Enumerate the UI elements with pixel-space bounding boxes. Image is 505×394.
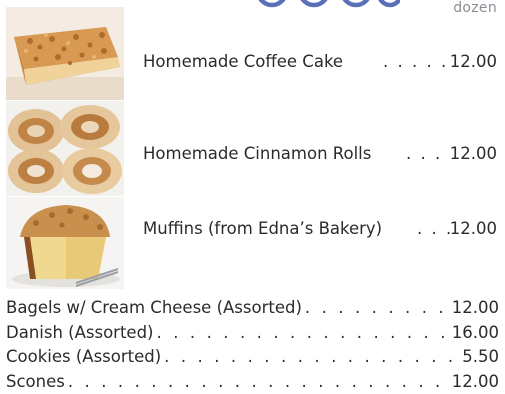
leader-dots: . . . <box>406 144 443 163</box>
item-price: 16.00 <box>451 322 499 342</box>
leader-dots: . . . . . <box>383 52 449 71</box>
item-price: 12.00 <box>449 219 497 238</box>
featured-item: Homemade Cinnamon Rolls . . . 12.00 <box>143 143 505 165</box>
section-heading-fragment <box>240 0 402 9</box>
leader-dots: . . . . . . . . . . . . . . . . . . . . … <box>156 322 452 342</box>
item-name: Danish (Assorted) <box>6 322 154 342</box>
list-item: Danish (Assorted) . . . . . . . . . . . … <box>6 321 499 346</box>
leader-dots: . . . . . . . . . . . . . . . . . . . . … <box>164 347 462 366</box>
list-item: Cookies (Assorted) . . . . . . . . . . .… <box>6 345 499 370</box>
item-name: Homemade Cinnamon Rolls <box>143 144 372 163</box>
item-price: 12.00 <box>449 144 497 163</box>
list-item: Scones . . . . . . . . . . . . . . . . .… <box>6 370 499 394</box>
leader-dots: . . . . . . . . . . . . . . . . . . . . … <box>304 298 452 317</box>
menu-item-list: Bagels w/ Cream Cheese (Assorted) . . . … <box>6 296 499 394</box>
item-name: Muffins (from Edna’s Bakery) <box>143 219 383 238</box>
item-name: Bagels w/ Cream Cheese (Assorted) <box>6 298 302 317</box>
featured-item: Homemade Coffee Cake . . . . . 12.00 <box>143 51 505 73</box>
leader-dots: . . . . . . . . . . . . . . . . . . . . … <box>67 371 452 391</box>
item-name: Cookies (Assorted) <box>6 347 162 366</box>
muffin-photo <box>6 197 124 289</box>
featured-item: Muffins (from Edna’s Bakery) . . . 12.00 <box>143 218 505 240</box>
item-price: 12.00 <box>451 298 499 317</box>
item-price: 12.00 <box>451 371 499 391</box>
item-price: 5.50 <box>462 347 499 366</box>
leader-dots: . . . <box>417 219 454 238</box>
price-unit-label: dozen <box>453 0 497 16</box>
coffee-cake-photo <box>6 7 124 100</box>
cinnamon-rolls-photo <box>6 101 124 196</box>
item-price: 12.00 <box>449 52 497 71</box>
item-name: Scones <box>6 371 65 391</box>
list-item: Bagels w/ Cream Cheese (Assorted) . . . … <box>6 296 499 321</box>
item-name: Homemade Coffee Cake <box>143 52 344 71</box>
